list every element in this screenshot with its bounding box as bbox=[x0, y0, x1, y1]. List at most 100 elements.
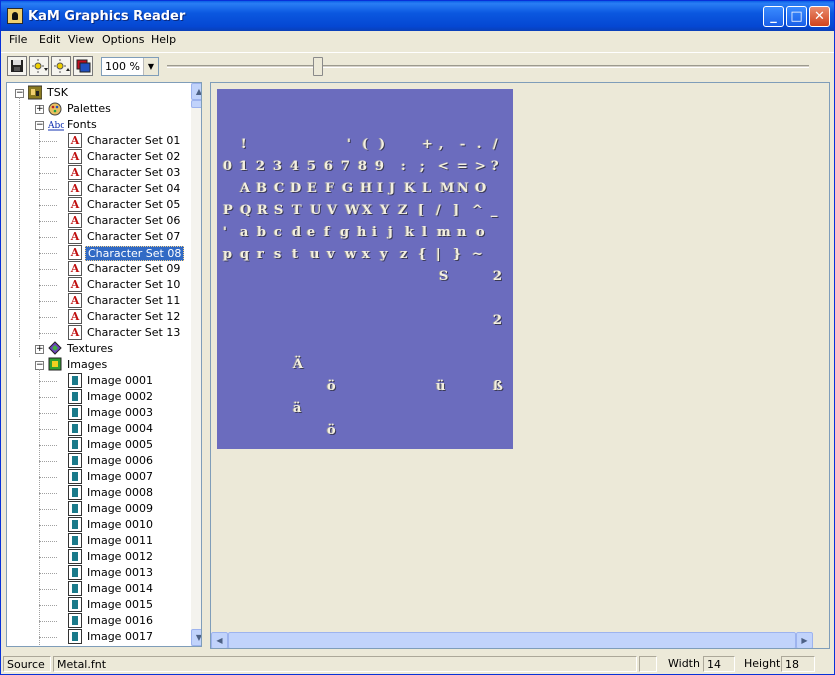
tree-item-image-label: Image 0007 bbox=[87, 470, 153, 483]
brightness-up-icon[interactable] bbox=[51, 56, 71, 76]
width-label: Width bbox=[668, 657, 700, 670]
menu-view[interactable]: View bbox=[68, 33, 94, 46]
tree-item-image[interactable]: Image 0005 bbox=[7, 437, 190, 453]
tree-item-image[interactable]: Image 0008 bbox=[7, 485, 190, 501]
font-file-icon: A bbox=[68, 213, 82, 228]
tree-item-font[interactable]: A Character Set 05 bbox=[7, 197, 190, 213]
pane-splitter[interactable] bbox=[204, 82, 209, 647]
font-file-icon: A bbox=[68, 261, 82, 276]
tree-item-root-label: TSK bbox=[47, 86, 68, 99]
tree-item-font-label: Character Set 02 bbox=[87, 150, 181, 163]
tree-scroll-thumb[interactable] bbox=[191, 100, 201, 108]
zoom-select[interactable]: 100 % ▼ bbox=[101, 57, 159, 76]
tree-item-image[interactable]: Image 0007 bbox=[7, 469, 190, 485]
tree-view[interactable]: ▲ ▼ − TSK + Palettes − Abc Fonts A Character Set… bbox=[6, 82, 202, 647]
tree-item-images[interactable]: − Images bbox=[7, 357, 190, 373]
chevron-down-icon[interactable]: ▼ bbox=[143, 58, 158, 75]
tree-item-font[interactable]: A Character Set 03 bbox=[7, 165, 190, 181]
app-icon[interactable] bbox=[7, 8, 23, 24]
images-icon bbox=[48, 357, 62, 372]
menu-edit[interactable]: Edit bbox=[39, 33, 60, 46]
menu-file[interactable]: File bbox=[9, 33, 27, 46]
tree-item-image-label: Image 0001 bbox=[87, 374, 153, 387]
maximize-button[interactable]: □ bbox=[786, 6, 807, 27]
tree-item-font[interactable]: A Character Set 13 bbox=[7, 325, 190, 341]
image-file-icon bbox=[68, 437, 82, 452]
menu-options[interactable]: Options bbox=[102, 33, 144, 46]
tree-item-image[interactable]: Image 0001 bbox=[7, 373, 190, 389]
tree-connector bbox=[39, 141, 57, 142]
tree-connector bbox=[39, 205, 57, 206]
tree-item-image[interactable]: Image 0016 bbox=[7, 613, 190, 629]
font-glyph: / bbox=[436, 203, 441, 218]
tree-item-image[interactable]: Image 0003 bbox=[7, 405, 190, 421]
tree-item-textures[interactable]: + Textures bbox=[7, 341, 190, 357]
expand-icon[interactable]: + bbox=[35, 345, 44, 354]
tree-item-font[interactable]: A Character Set 10 bbox=[7, 277, 190, 293]
minimize-button[interactable]: _ bbox=[763, 6, 784, 27]
tree-connector bbox=[39, 221, 57, 222]
tree-item-font[interactable]: A Character Set 12 bbox=[7, 309, 190, 325]
image-file-icon bbox=[68, 421, 82, 436]
font-glyph: k bbox=[405, 225, 415, 240]
font-glyph: C bbox=[274, 181, 285, 196]
tree-item-font-label: Character Set 06 bbox=[87, 214, 181, 227]
image-file-icon bbox=[68, 389, 82, 404]
scroll-left-icon[interactable]: ◀ bbox=[211, 632, 228, 648]
tree-item-image[interactable]: Image 0010 bbox=[7, 517, 190, 533]
close-button[interactable]: ✕ bbox=[809, 6, 830, 27]
tree-item-font[interactable]: A Character Set 07 bbox=[7, 229, 190, 245]
expand-icon[interactable]: + bbox=[35, 105, 44, 114]
font-glyph: M bbox=[440, 181, 455, 196]
scroll-up-icon[interactable]: ▲ bbox=[191, 83, 201, 100]
tree-item-font[interactable]: A Character Set 01 bbox=[7, 133, 190, 149]
tree-item-image[interactable]: Image 0009 bbox=[7, 501, 190, 517]
tree-item-root[interactable]: − TSK bbox=[7, 85, 190, 101]
font-glyph: 3 bbox=[273, 159, 283, 174]
font-glyph: ö bbox=[327, 423, 336, 438]
tree-item-font[interactable]: A Character Set 04 bbox=[7, 181, 190, 197]
tree-item-font-label: Character Set 13 bbox=[87, 326, 181, 339]
tree-item-font[interactable]: A Character Set 08 bbox=[7, 245, 190, 261]
tree-item-font[interactable]: A Character Set 06 bbox=[7, 213, 190, 229]
save-icon[interactable] bbox=[7, 56, 27, 76]
tree-item-image[interactable]: Image 0014 bbox=[7, 581, 190, 597]
preview-scroll-thumb[interactable] bbox=[228, 632, 796, 648]
font-glyph: 9 bbox=[375, 159, 385, 174]
preview-horizontal-scrollbar[interactable]: ◀ ▶ bbox=[211, 632, 813, 648]
title-bar[interactable]: KaM Graphics Reader _ □ ✕ bbox=[1, 1, 834, 31]
brightness-down-icon[interactable] bbox=[29, 56, 49, 76]
tree-vertical-scrollbar[interactable]: ▲ ▼ bbox=[191, 83, 201, 646]
tree-item-image[interactable]: Image 0013 bbox=[7, 565, 190, 581]
tree-item-image[interactable]: Image 0004 bbox=[7, 421, 190, 437]
menu-help[interactable]: Help bbox=[151, 33, 176, 46]
scroll-right-icon[interactable]: ▶ bbox=[796, 632, 813, 648]
tree-item-image[interactable]: Image 0017 bbox=[7, 629, 190, 645]
zoom-slider-track[interactable] bbox=[167, 65, 809, 68]
tree-item-image[interactable]: Image 0006 bbox=[7, 453, 190, 469]
font-file-icon: A bbox=[68, 309, 82, 324]
tree-item-image-label: Image 0009 bbox=[87, 502, 153, 515]
font-glyph: D bbox=[290, 181, 302, 196]
tree-item-font-label: Character Set 11 bbox=[87, 294, 181, 307]
tree-item-fonts[interactable]: − Abc Fonts bbox=[7, 117, 190, 133]
font-glyph: t bbox=[292, 247, 299, 262]
font-glyph: d bbox=[292, 225, 302, 240]
font-glyph: ? bbox=[491, 159, 499, 174]
zoom-slider-thumb[interactable] bbox=[313, 57, 323, 76]
tree-item-image[interactable]: Image 0015 bbox=[7, 597, 190, 613]
tree-item-image[interactable]: Image 0012 bbox=[7, 549, 190, 565]
scroll-down-icon[interactable]: ▼ bbox=[191, 629, 201, 646]
palette-icon[interactable] bbox=[73, 56, 93, 76]
tree-connector bbox=[39, 621, 57, 622]
font-glyph: A bbox=[240, 181, 251, 196]
tree-item-image[interactable]: Image 0011 bbox=[7, 533, 190, 549]
tree-item-font[interactable]: A Character Set 11 bbox=[7, 293, 190, 309]
width-value: 14 bbox=[703, 656, 735, 672]
tree-item-palettes[interactable]: + Palettes bbox=[7, 101, 190, 117]
tree-item-image[interactable]: Image 0002 bbox=[7, 389, 190, 405]
tree-item-font[interactable]: A Character Set 09 bbox=[7, 261, 190, 277]
image-file-icon bbox=[68, 565, 82, 580]
tree-connector bbox=[39, 509, 57, 510]
tree-item-font[interactable]: A Character Set 02 bbox=[7, 149, 190, 165]
